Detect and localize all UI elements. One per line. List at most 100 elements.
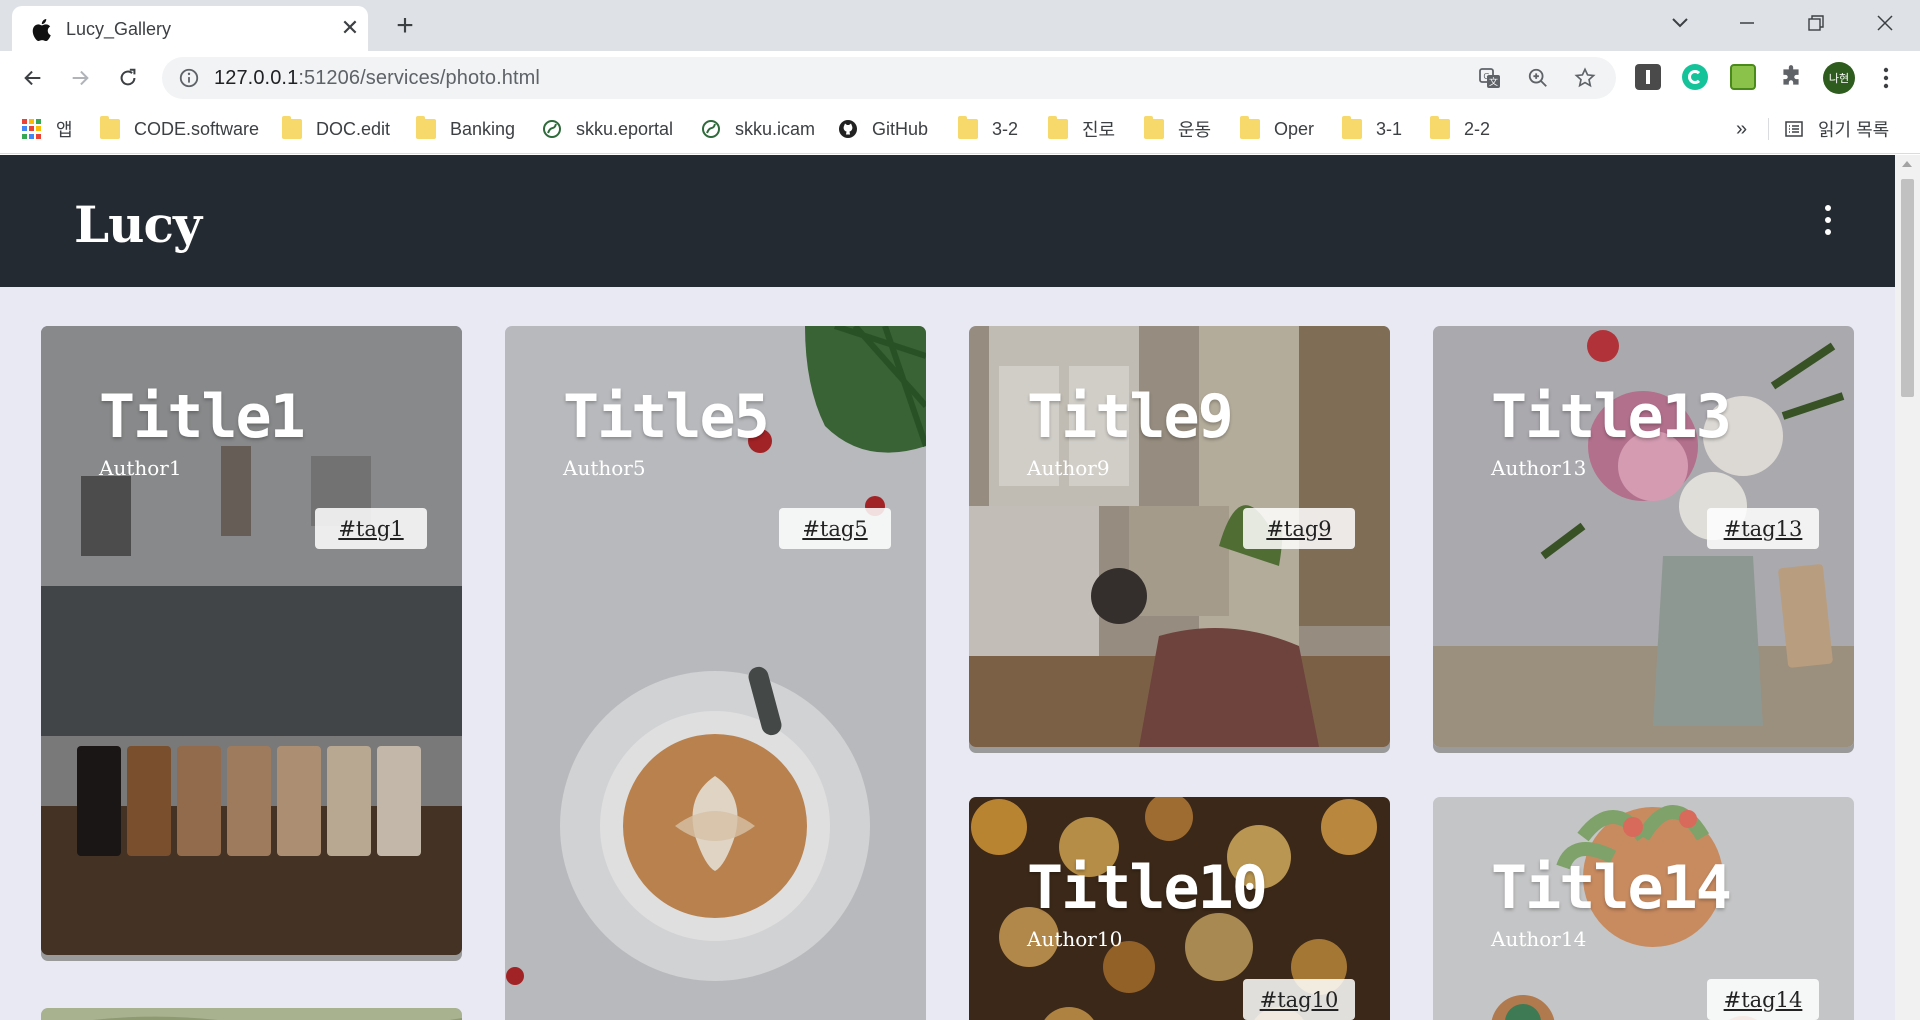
gallery-card[interactable]: Title13 Author13 #tag13 [1433, 326, 1854, 747]
folder-icon [1430, 116, 1450, 139]
bookmark-label: 앱 [56, 120, 73, 140]
bookmarks-divider [1768, 118, 1769, 140]
skku-icon [702, 120, 720, 138]
extensions-puzzle-icon[interactable] [1778, 64, 1804, 90]
bookmark-code-software[interactable]: CODE.software [100, 114, 259, 144]
svg-text:文: 文 [1489, 76, 1498, 88]
url-path: :51206/services/photo.html [298, 67, 540, 89]
card-tag-link[interactable]: #tag1 [315, 508, 427, 549]
card-title: Title14 [1491, 853, 1732, 923]
gallery-card[interactable]: Title10 Author10 #tag10 [969, 797, 1390, 1020]
bookmark-undong[interactable]: 운동 [1144, 114, 1211, 144]
apps-icon [22, 119, 42, 139]
minimize-button[interactable] [1727, 8, 1767, 38]
card-title: Title10 [1027, 853, 1268, 923]
url-host: 127.0.0.1 [214, 67, 299, 89]
reading-list-button[interactable]: 읽기 목록 [1784, 114, 1889, 144]
gallery-card[interactable]: Title1 Author1 #tag1 [41, 326, 462, 955]
page-viewport: Lucy Title1 Author1 #tag1 Title5 Author5… [0, 155, 1895, 1020]
grammarly-icon[interactable] [1682, 64, 1708, 90]
card-tag-link[interactable]: #tag10 [1243, 979, 1355, 1020]
card-tag-link[interactable]: #tag9 [1243, 508, 1355, 549]
bookmark-banking[interactable]: Banking [416, 114, 515, 144]
bookmark-label: GitHub [872, 118, 929, 139]
bookmark-label: 운동 [1178, 120, 1212, 140]
folder-icon [1240, 116, 1260, 139]
folder-icon [100, 116, 120, 139]
bookmark-label: 2-2 [1464, 118, 1491, 139]
bookmark-oper[interactable]: Oper [1240, 114, 1314, 144]
bookmark-label: 3-2 [992, 118, 1019, 139]
bookmarks-overflow-button[interactable]: » [1736, 114, 1747, 144]
bookmark-3-1[interactable]: 3-1 [1342, 114, 1402, 144]
scroll-up-arrow-icon[interactable] [1902, 161, 1912, 167]
tab-close-icon[interactable]: ✕ [338, 16, 362, 40]
profile-avatar[interactable]: 나현 [1823, 62, 1855, 94]
bookmark-github[interactable]: GitHub [838, 114, 928, 144]
url-text[interactable]: 127.0.0.1:51206/services/photo.html [214, 67, 540, 90]
folder-icon [1144, 116, 1164, 139]
zoom-icon[interactable] [1526, 66, 1550, 90]
back-button[interactable] [16, 61, 50, 95]
tab-title: Lucy_Gallery [66, 19, 172, 39]
restore-button[interactable] [1796, 8, 1836, 38]
tab-search-icon[interactable] [1660, 8, 1700, 38]
scrollbar-thumb[interactable] [1901, 179, 1914, 397]
site-logo[interactable]: Lucy [74, 195, 202, 254]
extension-i-icon[interactable] [1635, 64, 1661, 90]
bookmark-apps[interactable]: 앱 [22, 114, 73, 144]
card-author: Author14 [1491, 927, 1587, 951]
card-title: Title1 [99, 382, 306, 452]
folder-icon [958, 116, 978, 139]
folder-icon [1048, 116, 1068, 139]
bookmark-doc-edit[interactable]: DOC.edit [282, 114, 390, 144]
bookmark-jinro[interactable]: 진로 [1048, 114, 1115, 144]
bookmark-label: DOC.edit [316, 118, 391, 139]
page-scrollbar[interactable] [1895, 155, 1920, 1020]
folder-icon [282, 116, 302, 139]
bookmark-label: Oper [1274, 118, 1315, 139]
site-info-icon[interactable] [178, 67, 200, 89]
apple-icon [32, 19, 51, 42]
more-menu-icon[interactable] [1816, 205, 1840, 235]
extension-green-icon[interactable] [1730, 64, 1756, 90]
card-author: Author9 [1027, 456, 1110, 480]
gallery-card[interactable]: Title9 Author9 #tag9 [969, 326, 1390, 747]
translate-icon[interactable]: 文G [1478, 66, 1502, 90]
card-author: Author1 [99, 456, 182, 480]
reload-button[interactable] [111, 61, 145, 95]
bookmark-star-icon[interactable] [1573, 66, 1597, 90]
card-tag-link[interactable]: #tag14 [1707, 979, 1819, 1020]
bookmark-label: Banking [450, 118, 516, 139]
bookmark-label: CODE.software [134, 118, 260, 139]
reading-list-label: 읽기 목록 [1818, 120, 1890, 140]
card-author: Author13 [1491, 456, 1587, 480]
card-photo-partial [41, 1008, 462, 1020]
card-tag-link[interactable]: #tag5 [779, 508, 891, 549]
tab-strip: Lucy_Gallery ✕ + [0, 0, 1920, 51]
bookmark-skku-eportal[interactable]: skku.eportal [542, 114, 673, 144]
card-title: Title5 [563, 382, 770, 452]
reading-list-icon [1785, 121, 1803, 137]
skku-icon [543, 120, 561, 138]
bookmark-3-2[interactable]: 3-2 [958, 114, 1018, 144]
tab-active[interactable]: Lucy_Gallery ✕ [12, 6, 368, 51]
card-title: Title9 [1027, 382, 1234, 452]
bookmark-skku-icam[interactable]: skku.icam [701, 114, 815, 144]
forward-button[interactable] [63, 61, 97, 95]
svg-text:G: G [1483, 72, 1489, 81]
address-bar[interactable]: 127.0.0.1:51206/services/photo.html 文G [162, 57, 1616, 99]
close-window-button[interactable] [1865, 8, 1905, 38]
card-author: Author10 [1027, 927, 1123, 951]
gallery-card[interactable] [41, 1008, 462, 1020]
bookmarks-bar: 앱 CODE.software DOC.edit Banking skku.ep… [0, 104, 1920, 154]
card-author: Author5 [563, 456, 646, 480]
card-tag-link[interactable]: #tag13 [1707, 508, 1819, 549]
gallery-card[interactable]: Title5 Author5 #tag5 [505, 326, 926, 1020]
chrome-menu-icon[interactable] [1869, 61, 1903, 95]
folder-icon [1342, 116, 1362, 139]
gallery-card[interactable]: Title14 Author14 #tag14 [1433, 797, 1854, 1020]
profile-label: 나현 [1828, 72, 1850, 85]
new-tab-button[interactable]: + [388, 10, 422, 44]
bookmark-2-2[interactable]: 2-2 [1430, 114, 1490, 144]
